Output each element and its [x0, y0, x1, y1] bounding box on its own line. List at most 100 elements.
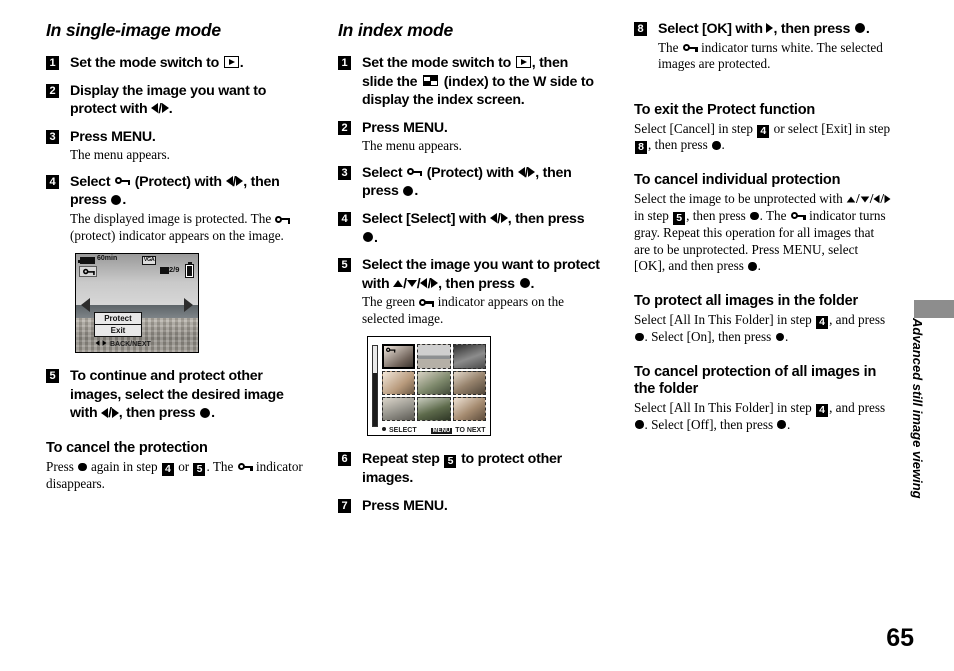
step-number-badge: 5 — [338, 258, 351, 273]
folder-icon — [160, 267, 169, 275]
lcd-menu-item-protect: Protect — [104, 314, 132, 324]
index-next-label: TO NEXT — [455, 427, 486, 435]
step-note: The displayed image is protected. The (p… — [70, 211, 311, 244]
step-text-part: Press MENU. — [362, 119, 448, 136]
step-reference-badge: 8 — [635, 141, 647, 155]
step-text-part: Press MENU. — [70, 128, 156, 145]
body-part: . Select [On], then press — [644, 328, 775, 344]
subheading-cancel-individual-protection: To cancel individual protection — [634, 172, 841, 189]
index-thumbnail — [382, 397, 416, 422]
protect-key-icon — [682, 43, 698, 53]
step-text: Press MENU. — [362, 119, 600, 138]
step-text: Select (Protect) with /, then press . — [362, 164, 600, 201]
step-2: 2 Display the image you want to protect … — [46, 82, 311, 119]
side-tab-text: Advanced still image viewing — [910, 318, 925, 499]
step-note: The green indicator appears on the selec… — [362, 294, 600, 327]
left-arrow-icon — [517, 167, 525, 178]
index-view-icon — [423, 75, 438, 87]
center-button-icon — [748, 262, 757, 271]
protect-key-icon — [237, 462, 253, 472]
exit-protect-body: Select [Cancel] in step 4 or select [Exi… — [634, 121, 892, 155]
body-part: . — [786, 416, 791, 432]
step-text-part: . — [374, 229, 378, 246]
step-text-part: Repeat step — [362, 451, 444, 468]
note-part: The — [658, 39, 682, 55]
subheading-exit-protect-function: To exit the Protect function — [634, 101, 816, 118]
step-1: 1 Set the mode switch to . — [46, 54, 311, 73]
body-part: or — [174, 458, 193, 474]
up-arrow-icon — [846, 196, 856, 203]
left-arrow-icon — [873, 194, 880, 204]
step-6: 6 Repeat step 5 to protect other images. — [338, 450, 600, 487]
step-note: The menu appears. — [70, 147, 170, 163]
manual-page: In single-image mode 1 Set the mode swit… — [0, 0, 954, 671]
right-arrow-icon — [431, 278, 439, 289]
lcd-protect-indicator — [79, 266, 97, 278]
protect-key-icon — [115, 176, 130, 186]
index-thumbnail — [382, 370, 416, 396]
step-number-badge: 2 — [338, 120, 351, 135]
index-menu-label: MENU — [430, 428, 453, 435]
lcd-footer-hint: BACK/NEXT — [94, 339, 151, 349]
slash-separator: / — [856, 191, 860, 207]
body-part: Press — [46, 458, 78, 474]
step-number-badge: 8 — [634, 22, 647, 36]
note-part: The displayed image is protected. The — [70, 211, 275, 227]
center-button-icon — [750, 211, 759, 221]
center-button-icon — [519, 278, 530, 289]
body-part: or select [Exit] in step — [770, 120, 891, 136]
playback-mode-icon — [515, 56, 531, 69]
step-text-part: . — [239, 55, 244, 71]
section-heading-single-image-mode: In single-image mode — [46, 20, 221, 40]
body-part: Select the image to be unprotected with — [634, 191, 847, 207]
step-text-part: . — [530, 275, 535, 292]
cancel-all-body: Select [All In This Folder] in step 4, a… — [634, 400, 892, 434]
column-single-image-mode: In single-image mode 1 Set the mode swit… — [46, 20, 311, 502]
step-3: 3 Press MENU. The menu appears. — [46, 128, 311, 164]
page-number: 65 — [886, 624, 914, 652]
lcd-previous-arrow-icon — [81, 298, 90, 313]
protect-key-icon — [82, 268, 95, 276]
center-button-icon — [403, 185, 414, 196]
step-4: 4 Select [Select] with /, then press . — [338, 210, 600, 247]
step-text: Display the image you want to protect wi… — [70, 82, 311, 119]
step-number-badge: 6 — [338, 452, 351, 467]
step-text-part: Select — [70, 173, 114, 190]
step-number-badge: 5 — [46, 369, 59, 384]
slash-separator: / — [880, 191, 885, 207]
playback-mode-icon — [223, 56, 239, 69]
step-text: Set the mode switch to , then slide the … — [362, 54, 600, 110]
lcd-next-arrow-icon — [184, 298, 193, 313]
body-part: Select [All In This Folder] in step — [634, 399, 816, 415]
protect-all-body: Select [All In This Folder] in step 4, a… — [634, 312, 892, 346]
left-arrow-icon — [420, 278, 428, 289]
step-number-badge: 4 — [46, 174, 59, 189]
step-2: 2 Press MENU. The menu appears. — [338, 119, 600, 155]
cancel-individual-body: Select the image to be unprotected with … — [634, 191, 892, 275]
body-part: , then press — [686, 207, 750, 223]
step-number-badge: 3 — [338, 165, 351, 180]
down-arrow-icon — [406, 279, 417, 287]
column-protect-notes: 8 Select [OK] with , then press . The in… — [634, 20, 892, 443]
cancel-protection-body: Press again in step 4 or 5. The indicato… — [46, 459, 311, 493]
index-thumbnail — [452, 344, 486, 369]
right-arrow-icon — [500, 213, 508, 224]
step-text-part: , then press — [773, 21, 854, 37]
index-thumbnail-grid — [382, 344, 486, 422]
subheading-protect-all-images: To protect all images in the folder — [634, 293, 858, 310]
step-number-badge: 1 — [338, 56, 351, 70]
body-part: . Select [Off], then press — [644, 416, 777, 432]
step-number-badge: 2 — [46, 83, 59, 98]
up-arrow-icon — [393, 279, 404, 287]
step-text: Select (Protect) with /, then press . — [70, 173, 311, 210]
protect-key-icon — [275, 215, 291, 224]
step-number-badge: 3 — [46, 129, 59, 144]
step-number-badge: 1 — [46, 56, 59, 70]
section-tab-label: Advanced still image viewing — [905, 318, 929, 548]
step-text: Select [OK] with , then press . — [658, 20, 892, 39]
step-4: 4 Select (Protect) with /, then press . … — [46, 173, 311, 244]
step-text-part: , then press — [507, 211, 585, 228]
body-part: . The — [206, 458, 237, 474]
step-5: 5 Select the image you want to protect w… — [338, 256, 600, 327]
step-text-part: (Protect) with — [131, 173, 226, 190]
